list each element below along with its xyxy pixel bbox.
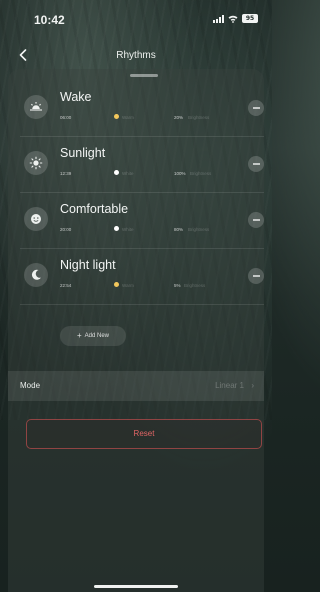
rhythm-time: 20:00 — [60, 227, 72, 232]
status-bar: 10:42 95 — [0, 0, 272, 34]
color-label: Warm — [122, 283, 134, 288]
brightness-label: Brightness — [188, 227, 210, 232]
brightness-label: Brightness — [184, 283, 206, 288]
wifi-icon — [228, 15, 238, 23]
color-dot — [114, 226, 119, 231]
remove-rhythm-button[interactable] — [248, 212, 264, 228]
color-dot — [114, 114, 119, 119]
mode-row[interactable]: Mode Linear 1 › — [8, 371, 264, 401]
chevron-right-icon: › — [251, 381, 254, 390]
rhythm-title: Sunlight — [60, 146, 106, 160]
remove-rhythm-button[interactable] — [248, 268, 264, 284]
sun-icon — [24, 151, 48, 175]
rhythm-title: Wake — [60, 90, 92, 104]
reset-button[interactable]: Reset — [26, 419, 262, 449]
rhythm-title: Night light — [60, 258, 116, 272]
rhythm-row-night-light[interactable]: Night light 22:54 Warm 5% Brightness — [20, 249, 264, 305]
add-new-label: Add New — [84, 333, 110, 339]
mode-value: Linear 1 — [215, 381, 244, 390]
sheet-grabber[interactable] — [130, 74, 158, 77]
moon-icon — [24, 263, 48, 287]
brightness-label: Brightness — [190, 171, 212, 176]
page-title: Rhythms — [116, 50, 156, 61]
divider — [20, 304, 264, 305]
brightness-label: Brightness — [188, 115, 210, 120]
color-dot — [114, 170, 119, 175]
color-label: White — [122, 171, 134, 176]
rhythm-time: 12:39 — [60, 171, 72, 176]
rhythm-row-comfortable[interactable]: Comfortable 20:00 White 80% Brightness — [20, 193, 264, 249]
rhythm-title: Comfortable — [60, 202, 129, 216]
add-new-button[interactable]: + Add New — [60, 326, 126, 346]
minus-icon — [252, 163, 260, 165]
minus-icon — [252, 219, 260, 221]
rhythm-row-sunlight[interactable]: Sunlight 12:39 White 100% Brightness — [20, 137, 264, 193]
mode-label: Mode — [20, 381, 41, 390]
brightness-value: 20% — [174, 115, 184, 120]
rhythm-row-wake[interactable]: Wake 06:00 Warm 20% Brightness — [20, 81, 264, 137]
status-icons: 95 — [213, 14, 258, 23]
rhythms-sheet: Wake 06:00 Warm 20% Brightness Sunlight … — [8, 69, 264, 592]
brightness-value: 5% — [174, 283, 181, 288]
rhythm-time: 22:54 — [60, 283, 72, 288]
sunrise-icon — [24, 95, 48, 119]
minus-icon — [252, 107, 260, 109]
battery-icon: 95 — [242, 14, 258, 23]
remove-rhythm-button[interactable] — [248, 100, 264, 116]
home-indicator — [94, 585, 178, 588]
plus-icon: + — [76, 331, 82, 340]
brightness-value: 80% — [174, 227, 184, 232]
color-dot — [114, 282, 119, 287]
brightness-value: 100% — [174, 171, 186, 176]
color-label: Warm — [122, 115, 134, 120]
status-time: 10:42 — [34, 13, 65, 27]
comfort-icon — [24, 207, 48, 231]
color-label: White — [122, 227, 134, 232]
nav-header: Rhythms — [0, 42, 272, 68]
signal-icon — [213, 14, 224, 23]
rhythm-time: 06:00 — [60, 115, 72, 120]
remove-rhythm-button[interactable] — [248, 156, 264, 172]
minus-icon — [252, 275, 260, 277]
